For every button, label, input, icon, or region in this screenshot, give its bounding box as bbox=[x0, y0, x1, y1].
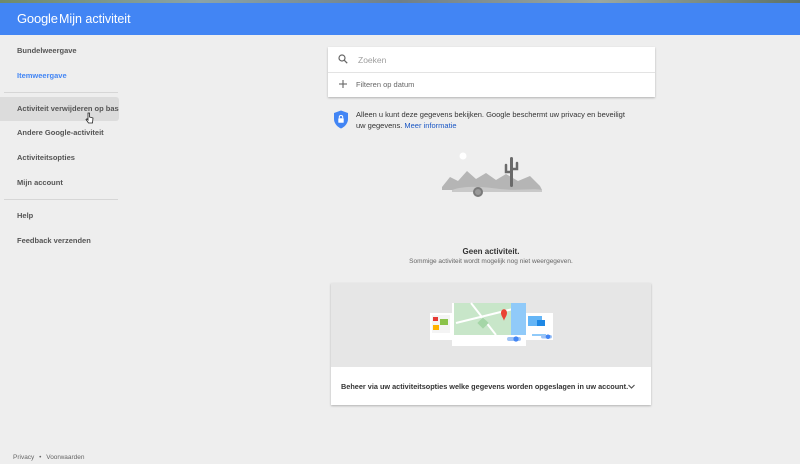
chevron-down-icon[interactable] bbox=[627, 382, 636, 391]
sidebar-item-feedback-verzenden[interactable]: Feedback verzenden bbox=[0, 229, 119, 253]
search-input[interactable] bbox=[356, 52, 640, 68]
promo-text: Beheer via uw activiteitsopties welke ge… bbox=[341, 382, 629, 391]
footer-separator: • bbox=[39, 454, 42, 461]
privacy-text: Alleen u kunt deze gegevens bekijken. Go… bbox=[356, 110, 636, 131]
promo-illustration bbox=[331, 283, 651, 367]
privacy-link[interactable]: Privacy bbox=[13, 454, 34, 461]
sidebar-divider bbox=[4, 92, 118, 93]
terms-link[interactable]: Voorwaarden bbox=[46, 454, 84, 461]
shield-lock-icon bbox=[334, 110, 348, 129]
empty-state-title: Geen activiteit. bbox=[462, 247, 520, 256]
search-icon bbox=[338, 54, 348, 64]
plus-icon bbox=[339, 80, 347, 88]
sidebar-item-activiteit-verwijderen[interactable]: Activiteit verwijderen op basis v bbox=[0, 97, 119, 121]
sidebar-item-help[interactable]: Help bbox=[0, 204, 119, 228]
hand-cursor-icon bbox=[85, 112, 94, 124]
sidebar-item-andere-google-activiteit[interactable]: Andere Google-activiteit bbox=[0, 121, 119, 145]
search-row bbox=[328, 47, 655, 73]
empty-state-subtitle: Sommige activiteit wordt mogelijk nog ni… bbox=[409, 258, 573, 265]
more-info-link[interactable]: Meer informatie bbox=[404, 121, 456, 130]
page-title: Mijn activiteit bbox=[59, 12, 131, 26]
search-card: Filteren op datum bbox=[328, 47, 655, 97]
filter-by-date-label: Filteren op datum bbox=[356, 80, 415, 89]
sidebar-item-activiteitsopties[interactable]: Activiteitsopties bbox=[0, 146, 119, 170]
footer: Privacy • Voorwaarden bbox=[13, 454, 85, 461]
devices-map-icon bbox=[430, 302, 553, 346]
app-bar: Google Mijn activiteit bbox=[0, 3, 800, 35]
filter-by-date-button[interactable]: Filteren op datum bbox=[328, 73, 655, 97]
activity-options-card[interactable]: Beheer via uw activiteitsopties welke ge… bbox=[331, 283, 651, 405]
sidebar-item-bundelweergave[interactable]: Bundelweergave bbox=[0, 39, 119, 63]
sidebar-item-mijn-account[interactable]: Mijn account bbox=[0, 171, 119, 195]
desert-illustration bbox=[442, 152, 542, 197]
google-logo[interactable]: Google bbox=[17, 11, 58, 26]
sidebar-divider bbox=[4, 199, 118, 200]
privacy-message: Alleen u kunt deze gegevens bekijken. Go… bbox=[356, 110, 625, 130]
sidebar-item-itemweergave[interactable]: Itemweergave bbox=[0, 64, 119, 88]
